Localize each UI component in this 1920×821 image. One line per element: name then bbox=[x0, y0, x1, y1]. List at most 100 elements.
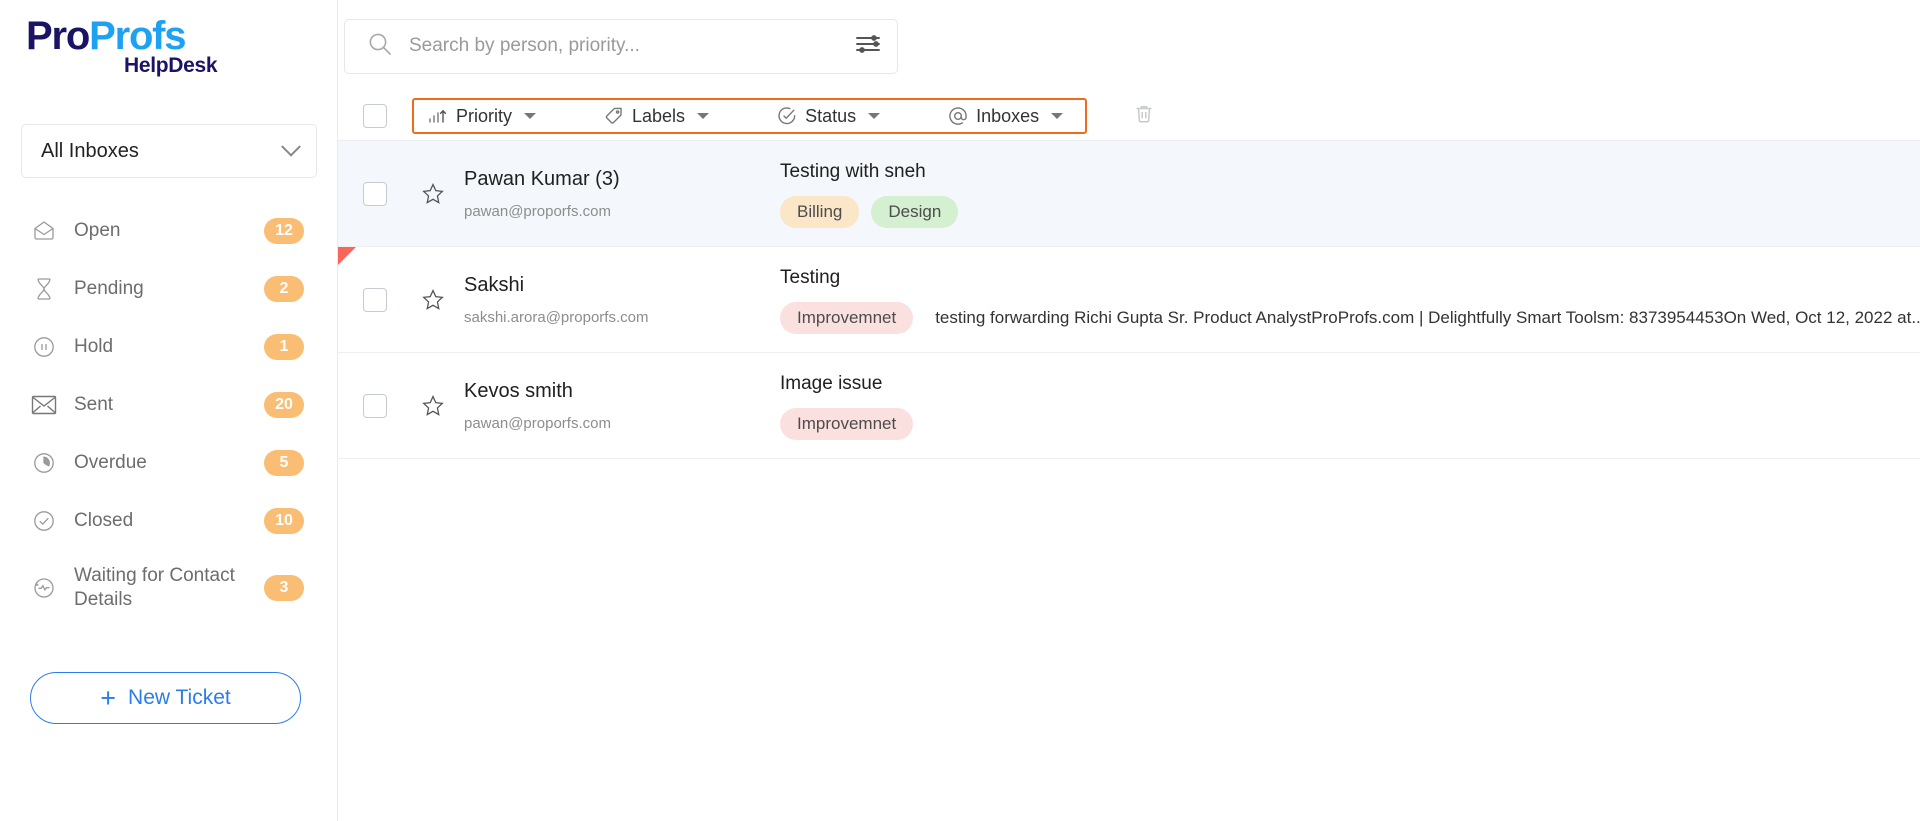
plus-icon: + bbox=[100, 682, 117, 713]
filter-label: Labels bbox=[632, 105, 686, 126]
envelope-icon bbox=[30, 391, 58, 419]
label-chip[interactable]: Billing bbox=[780, 195, 860, 228]
ticket-meta: Improvemnet bbox=[780, 407, 1920, 440]
sidebar-item-badge: 2 bbox=[264, 276, 304, 302]
person-email: pawan@proporfs.com bbox=[464, 415, 611, 432]
sidebar-item-overdue[interactable]: Overdue 5 bbox=[0, 434, 338, 492]
filter-priority[interactable]: Priority bbox=[422, 100, 542, 132]
sidebar: ProProfs HelpDesk All Inboxes Open 12 Pe… bbox=[0, 0, 338, 821]
sidebar-item-badge: 3 bbox=[264, 575, 304, 601]
table-row[interactable]: Kevos smith pawan@proporfs.com Image iss… bbox=[338, 353, 1920, 459]
main-panel: Priority Labels Status bbox=[338, 0, 1920, 821]
sidebar-item-hold[interactable]: Hold 1 bbox=[0, 318, 338, 376]
row-checkbox[interactable] bbox=[363, 287, 387, 312]
top-bar bbox=[338, 0, 1920, 92]
row-checkbox-wrap bbox=[338, 393, 412, 418]
person-email: pawan@proporfs.com bbox=[464, 203, 611, 220]
sidebar-item-sent[interactable]: Sent 20 bbox=[0, 376, 338, 434]
sidebar-item-waiting-for-contact-details[interactable]: Waiting for Contact Details 3 bbox=[0, 550, 338, 626]
sidebar-item-label: Waiting for Contact Details bbox=[74, 565, 235, 610]
person-email: sakshi.arora@proporfs.com bbox=[464, 309, 649, 326]
inbox-selector-label: All Inboxes bbox=[41, 139, 139, 162]
sidebar-nav: Open 12 Pending 2 Hold 1 Sent 20 Overdue… bbox=[0, 202, 338, 626]
sliders-icon[interactable] bbox=[855, 33, 881, 60]
select-all-wrap bbox=[338, 104, 412, 128]
filter-group-highlighted: Priority Labels Status Inboxes bbox=[412, 98, 1088, 134]
sidebar-item-open[interactable]: Open 12 bbox=[0, 202, 338, 260]
chevron-down-icon bbox=[1051, 113, 1064, 119]
ticket-person: Kevos smith pawan@proporfs.com bbox=[454, 378, 772, 433]
sidebar-item-label: Pending bbox=[74, 278, 144, 299]
clock-icon bbox=[30, 449, 58, 477]
ticket-subject: Image issue bbox=[780, 372, 883, 394]
sidebar-item-badge: 12 bbox=[264, 218, 304, 244]
sidebar-item-badge: 1 bbox=[264, 334, 304, 360]
table-row[interactable]: Sakshi sakshi.arora@proporfs.com Testing… bbox=[338, 247, 1920, 353]
row-checkbox[interactable] bbox=[363, 181, 387, 206]
check-circle-icon bbox=[30, 507, 58, 535]
person-name: Kevos smith bbox=[464, 380, 573, 402]
sidebar-item-label: Open bbox=[74, 220, 121, 241]
sidebar-item-badge: 10 bbox=[264, 508, 304, 534]
row-checkbox[interactable] bbox=[363, 393, 387, 418]
row-checkbox-wrap bbox=[338, 287, 412, 312]
label-chip[interactable]: Improvemnet bbox=[780, 407, 914, 440]
tag-icon bbox=[604, 106, 624, 126]
ticket-person: Pawan Kumar (3) pawan@proporfs.com bbox=[454, 166, 772, 221]
inbox-selector[interactable]: All Inboxes bbox=[21, 124, 317, 178]
new-ticket-label: New Ticket bbox=[128, 686, 231, 709]
brand-logo[interactable]: ProProfs HelpDesk bbox=[0, 0, 337, 96]
ticket-subject: Testing bbox=[780, 266, 841, 288]
sidebar-item-badge: 5 bbox=[264, 450, 304, 476]
ticket-subject: Testing with sneh bbox=[780, 160, 926, 182]
delete-button[interactable] bbox=[1129, 101, 1159, 131]
star-icon[interactable] bbox=[412, 181, 454, 207]
filter-label: Priority bbox=[456, 105, 513, 126]
brand-name-pro: Pro bbox=[26, 14, 90, 58]
filter-inboxes[interactable]: Inboxes bbox=[942, 100, 1069, 132]
trash-icon bbox=[1132, 102, 1156, 131]
ticket-meta: Billing Design bbox=[780, 195, 1920, 228]
filter-toolbar: Priority Labels Status Inboxes bbox=[338, 92, 1920, 140]
search-bar[interactable] bbox=[344, 18, 898, 74]
search-input[interactable] bbox=[409, 35, 855, 57]
chevron-down-icon bbox=[281, 136, 301, 157]
ticket-list: Pawan Kumar (3) pawan@proporfs.com Testi… bbox=[338, 141, 1920, 459]
chevron-down-icon bbox=[868, 113, 881, 119]
label-chip[interactable]: Improvemnet bbox=[780, 301, 914, 334]
table-row[interactable]: Pawan Kumar (3) pawan@proporfs.com Testi… bbox=[338, 141, 1920, 247]
person-name: Pawan Kumar (3) bbox=[464, 168, 620, 190]
app-root: ProProfs HelpDesk All Inboxes Open 12 Pe… bbox=[0, 0, 1920, 821]
chevron-down-icon bbox=[524, 113, 537, 119]
label-chip[interactable]: Design bbox=[871, 195, 959, 228]
sidebar-item-label: Closed bbox=[74, 510, 134, 531]
brand-name: ProProfs bbox=[26, 14, 337, 58]
brand-name-profs: Profs bbox=[89, 14, 186, 58]
ticket-preview: testing forwarding Richi Gupta Sr. Produ… bbox=[935, 307, 1920, 327]
priority-bars-icon bbox=[428, 106, 448, 126]
hourglass-icon bbox=[30, 275, 58, 303]
activity-circle-icon bbox=[30, 574, 58, 602]
star-icon[interactable] bbox=[412, 287, 454, 313]
priority-flag-icon bbox=[338, 247, 356, 265]
sidebar-item-pending[interactable]: Pending 2 bbox=[0, 260, 338, 318]
pause-circle-icon bbox=[30, 333, 58, 361]
ticket-meta: Improvemnet testing forwarding Richi Gup… bbox=[780, 301, 1920, 334]
filter-labels[interactable]: Labels bbox=[598, 100, 715, 132]
sidebar-item-badge: 20 bbox=[264, 392, 304, 418]
ticket-content: Testing Improvemnet testing forwarding R… bbox=[772, 266, 1920, 334]
ticket-person: Sakshi sakshi.arora@proporfs.com bbox=[454, 272, 772, 327]
select-all-checkbox[interactable] bbox=[363, 104, 387, 128]
star-icon[interactable] bbox=[412, 393, 454, 419]
search-icon bbox=[367, 31, 393, 62]
chevron-down-icon bbox=[697, 113, 710, 119]
ticket-content: Testing with sneh Billing Design bbox=[772, 160, 1920, 228]
check-circle-icon bbox=[777, 106, 797, 126]
new-ticket-button[interactable]: + New Ticket bbox=[30, 672, 301, 724]
sidebar-item-label: Overdue bbox=[74, 452, 147, 473]
filter-label: Inboxes bbox=[976, 105, 1040, 126]
ticket-content: Image issue Improvemnet bbox=[772, 372, 1920, 440]
filter-status[interactable]: Status bbox=[771, 100, 886, 132]
at-sign-icon bbox=[948, 106, 968, 126]
sidebar-item-closed[interactable]: Closed 10 bbox=[0, 492, 338, 550]
